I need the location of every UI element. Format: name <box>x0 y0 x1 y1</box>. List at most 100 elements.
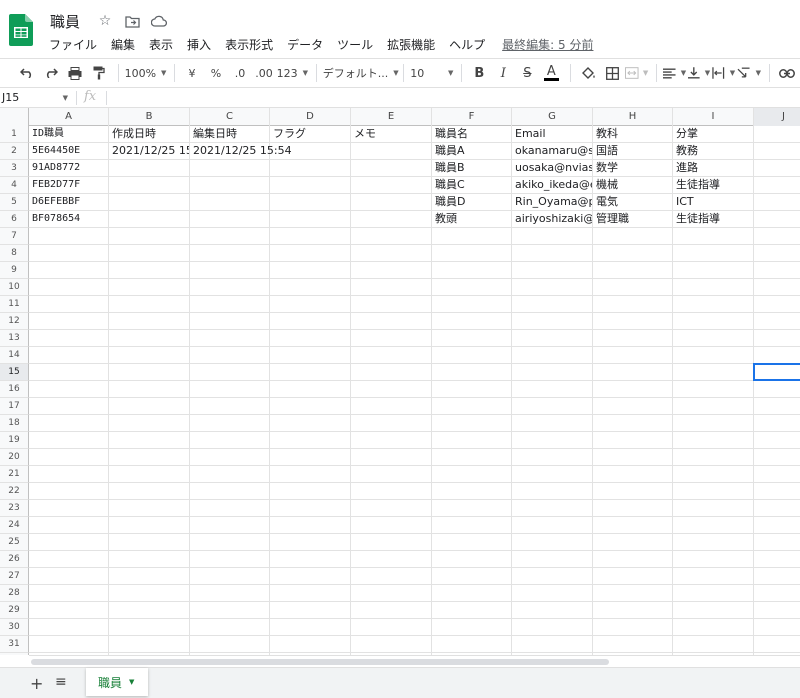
cell-F15[interactable] <box>432 364 512 381</box>
cell-F13[interactable] <box>432 330 512 347</box>
cell-D24[interactable] <box>270 517 351 534</box>
cell-E19[interactable] <box>351 432 432 449</box>
cell-A9[interactable] <box>29 262 109 279</box>
cell-J2[interactable] <box>754 143 800 160</box>
cell-C15[interactable] <box>190 364 270 381</box>
cell-A6[interactable]: BF078654 <box>29 211 109 228</box>
last-edit-link[interactable]: 最終編集: 5 分前 <box>492 36 593 53</box>
cell-J16[interactable] <box>754 381 800 398</box>
sheets-logo-icon[interactable] <box>9 14 33 46</box>
cell-B28[interactable] <box>109 585 190 602</box>
cell-E23[interactable] <box>351 500 432 517</box>
row-header[interactable]: 13 <box>0 330 29 347</box>
cell-H17[interactable] <box>593 398 673 415</box>
cell-J4[interactable] <box>754 177 800 194</box>
percent-format-button[interactable]: % <box>205 61 227 85</box>
cell-I13[interactable] <box>673 330 754 347</box>
cell-J21[interactable] <box>754 466 800 483</box>
cell-H13[interactable] <box>593 330 673 347</box>
cell-E15[interactable] <box>351 364 432 381</box>
cell-G13[interactable] <box>512 330 593 347</box>
row-header[interactable]: 10 <box>0 279 29 296</box>
menu-item[interactable]: ツール <box>330 36 380 53</box>
undo-icon[interactable] <box>16 61 38 85</box>
cell-A8[interactable] <box>29 245 109 262</box>
cell-D16[interactable] <box>270 381 351 398</box>
cell-G5[interactable]: Rin_Oyama@pa <box>512 194 593 211</box>
cell-D12[interactable] <box>270 313 351 330</box>
cell-H3[interactable]: 数学 <box>593 160 673 177</box>
italic-button[interactable]: I <box>492 61 514 85</box>
row-header[interactable]: 31 <box>0 636 29 653</box>
cell-J27[interactable] <box>754 568 800 585</box>
cell-I17[interactable] <box>673 398 754 415</box>
cell-H25[interactable] <box>593 534 673 551</box>
cell-E16[interactable] <box>351 381 432 398</box>
cell-G23[interactable] <box>512 500 593 517</box>
cell-H2[interactable]: 国語 <box>593 143 673 160</box>
all-sheets-icon[interactable]: ≡ <box>55 674 67 690</box>
menu-item[interactable]: 拡張機能 <box>380 36 442 53</box>
cell-G24[interactable] <box>512 517 593 534</box>
cell-I29[interactable] <box>673 602 754 619</box>
row-header[interactable]: 17 <box>0 398 29 415</box>
cell-G25[interactable] <box>512 534 593 551</box>
cell-J25[interactable] <box>754 534 800 551</box>
row-header[interactable]: 6 <box>0 211 29 228</box>
strikethrough-button[interactable]: S <box>516 61 538 85</box>
cell-I2[interactable]: 教務 <box>673 143 754 160</box>
cell-I5[interactable]: ICT <box>673 194 754 211</box>
cell-J12[interactable] <box>754 313 800 330</box>
cell-G27[interactable] <box>512 568 593 585</box>
cell-A14[interactable] <box>29 347 109 364</box>
cell-G21[interactable] <box>512 466 593 483</box>
row-header[interactable]: 32 <box>0 653 29 655</box>
row-header[interactable]: 8 <box>0 245 29 262</box>
cell-D22[interactable] <box>270 483 351 500</box>
cell-J17[interactable] <box>754 398 800 415</box>
cell-H6[interactable]: 管理職 <box>593 211 673 228</box>
cell-J19[interactable] <box>754 432 800 449</box>
cell-C12[interactable] <box>190 313 270 330</box>
cell-I20[interactable] <box>673 449 754 466</box>
cell-J24[interactable] <box>754 517 800 534</box>
cell-J11[interactable] <box>754 296 800 313</box>
font-size-select[interactable]: 10 ▼ <box>410 61 453 85</box>
cell-C18[interactable] <box>190 415 270 432</box>
cell-B13[interactable] <box>109 330 190 347</box>
cell-G11[interactable] <box>512 296 593 313</box>
row-header[interactable]: 14 <box>0 347 29 364</box>
row-header[interactable]: 11 <box>0 296 29 313</box>
cell-J30[interactable] <box>754 619 800 636</box>
cell-J26[interactable] <box>754 551 800 568</box>
cell-E22[interactable] <box>351 483 432 500</box>
cell-B6[interactable] <box>109 211 190 228</box>
row-header[interactable]: 23 <box>0 500 29 517</box>
cell-H1[interactable]: 教科 <box>593 126 673 143</box>
column-header[interactable]: I <box>673 108 754 126</box>
cell-I15[interactable] <box>673 364 754 381</box>
cell-D19[interactable] <box>270 432 351 449</box>
cell-I18[interactable] <box>673 415 754 432</box>
cell-J22[interactable] <box>754 483 800 500</box>
cell-F31[interactable] <box>432 636 512 653</box>
cell-C3[interactable] <box>190 160 270 177</box>
cell-C13[interactable] <box>190 330 270 347</box>
column-header[interactable]: G <box>512 108 593 126</box>
print-icon[interactable] <box>64 61 86 85</box>
cell-F8[interactable] <box>432 245 512 262</box>
cell-E25[interactable] <box>351 534 432 551</box>
row-header[interactable]: 4 <box>0 177 29 194</box>
cell-B3[interactable] <box>109 160 190 177</box>
cell-A21[interactable] <box>29 466 109 483</box>
cell-A16[interactable] <box>29 381 109 398</box>
cell-G10[interactable] <box>512 279 593 296</box>
cell-B27[interactable] <box>109 568 190 585</box>
column-header[interactable]: D <box>270 108 351 126</box>
cell-D18[interactable] <box>270 415 351 432</box>
cell-D4[interactable] <box>270 177 351 194</box>
select-all-corner[interactable] <box>0 108 29 126</box>
cell-E30[interactable] <box>351 619 432 636</box>
cell-C17[interactable] <box>190 398 270 415</box>
cell-J13[interactable] <box>754 330 800 347</box>
